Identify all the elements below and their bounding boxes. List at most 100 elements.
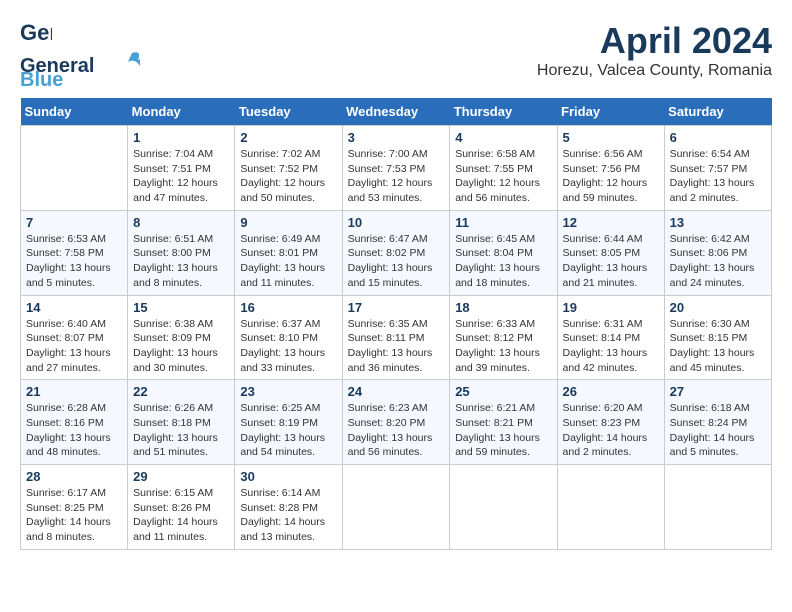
day-info: Sunrise: 6:31 AMSunset: 8:14 PMDaylight:…	[563, 317, 659, 376]
calendar-table: SundayMondayTuesdayWednesdayThursdayFrid…	[20, 98, 772, 550]
calendar-week-row: 1 Sunrise: 7:04 AMSunset: 7:51 PMDaylight…	[21, 126, 772, 211]
svg-text:General: General	[20, 20, 52, 45]
calendar-cell: 29Sunrise: 6:15 AMSunset: 8:26 PMDayligh…	[128, 465, 235, 550]
calendar-cell	[557, 465, 664, 550]
day-number: 28	[26, 469, 122, 484]
day-info: Sunrise: 6:28 AMSunset: 8:16 PMDaylight:…	[26, 401, 122, 460]
day-number: 30	[240, 469, 336, 484]
calendar-cell: 18 Sunrise: 6:33 AMSunset: 8:12 PMDayligh…	[450, 295, 557, 380]
day-info: Sunrise: 7:00 AMSunset: 7:53 PMDaylight:…	[348, 147, 445, 206]
day-number: 5	[563, 130, 659, 145]
weekday-header-sunday: Sunday	[21, 98, 128, 126]
calendar-cell: 1 Sunrise: 7:04 AMSunset: 7:51 PMDaylight…	[128, 126, 235, 211]
logo: General General Blue	[20, 20, 140, 88]
day-info: Sunrise: 6:38 AMSunset: 8:09 PMDaylight:…	[133, 317, 229, 376]
calendar-cell: 27 Sunrise: 6:18 AMSunset: 8:24 PMDayligh…	[664, 380, 771, 465]
day-info: Sunrise: 6:58 AMSunset: 7:55 PMDaylight:…	[455, 147, 551, 206]
day-number: 6	[670, 130, 766, 145]
day-info: Sunrise: 6:20 AMSunset: 8:23 PMDaylight:…	[563, 401, 659, 460]
day-number: 27	[670, 384, 766, 399]
weekday-header-wednesday: Wednesday	[342, 98, 450, 126]
logo-icon: General	[20, 20, 52, 48]
day-number: 11	[455, 215, 551, 230]
calendar-cell	[450, 465, 557, 550]
day-info: Sunrise: 6:14 AMSunset: 8:28 PMDaylight:…	[240, 486, 336, 545]
day-number: 2	[240, 130, 336, 145]
calendar-week-row: 7 Sunrise: 6:53 AMSunset: 7:58 PMDaylight…	[21, 210, 772, 295]
day-info: Sunrise: 6:45 AMSunset: 8:04 PMDaylight:…	[455, 232, 551, 291]
calendar-week-row: 28 Sunrise: 6:17 AMSunset: 8:25 PMDayligh…	[21, 465, 772, 550]
day-info: Sunrise: 6:44 AMSunset: 8:05 PMDaylight:…	[563, 232, 659, 291]
day-info: Sunrise: 6:40 AMSunset: 8:07 PMDaylight:…	[26, 317, 122, 376]
day-number: 20	[670, 300, 766, 315]
day-info: Sunrise: 6:30 AMSunset: 8:15 PMDaylight:…	[670, 317, 766, 376]
day-number: 3	[348, 130, 445, 145]
day-number: 16	[240, 300, 336, 315]
calendar-cell: 30 Sunrise: 6:14 AMSunset: 8:28 PMDayligh…	[235, 465, 342, 550]
weekday-header-saturday: Saturday	[664, 98, 771, 126]
day-number: 25	[455, 384, 551, 399]
day-info: Sunrise: 6:35 AMSunset: 8:11 PMDaylight:…	[348, 317, 445, 376]
day-number: 14	[26, 300, 122, 315]
calendar-cell: 6Sunrise: 6:54 AMSunset: 7:57 PMDaylight…	[664, 126, 771, 211]
day-info: Sunrise: 6:21 AMSunset: 8:21 PMDaylight:…	[455, 401, 551, 460]
location-subtitle: Horezu, Valcea County, Romania	[537, 62, 772, 80]
day-info: Sunrise: 6:56 AMSunset: 7:56 PMDaylight:…	[563, 147, 659, 206]
day-number: 8	[133, 215, 229, 230]
weekday-header-thursday: Thursday	[450, 98, 557, 126]
day-info: Sunrise: 6:33 AMSunset: 8:12 PMDaylight:…	[455, 317, 551, 376]
day-info: Sunrise: 6:51 AMSunset: 8:00 PMDaylight:…	[133, 232, 229, 291]
weekday-header-friday: Friday	[557, 98, 664, 126]
calendar-cell: 11 Sunrise: 6:45 AMSunset: 8:04 PMDayligh…	[450, 210, 557, 295]
calendar-cell	[342, 465, 450, 550]
day-number: 26	[563, 384, 659, 399]
day-number: 22	[133, 384, 229, 399]
calendar-cell: 22Sunrise: 6:26 AMSunset: 8:18 PMDayligh…	[128, 380, 235, 465]
day-number: 19	[563, 300, 659, 315]
day-number: 1	[133, 130, 229, 145]
calendar-cell: 17 Sunrise: 6:35 AMSunset: 8:11 PMDayligh…	[342, 295, 450, 380]
day-info: Sunrise: 6:53 AMSunset: 7:58 PMDaylight:…	[26, 232, 122, 291]
day-info: Sunrise: 6:37 AMSunset: 8:10 PMDaylight:…	[240, 317, 336, 376]
day-number: 7	[26, 215, 122, 230]
calendar-cell: 7 Sunrise: 6:53 AMSunset: 7:58 PMDaylight…	[21, 210, 128, 295]
calendar-cell: 21Sunrise: 6:28 AMSunset: 8:16 PMDayligh…	[21, 380, 128, 465]
day-number: 13	[670, 215, 766, 230]
day-number: 15	[133, 300, 229, 315]
calendar-week-row: 21Sunrise: 6:28 AMSunset: 8:16 PMDayligh…	[21, 380, 772, 465]
day-info: Sunrise: 7:04 AMSunset: 7:51 PMDaylight:…	[133, 147, 229, 206]
calendar-cell: 2 Sunrise: 7:02 AMSunset: 7:52 PMDaylight…	[235, 126, 342, 211]
calendar-cell: 16 Sunrise: 6:37 AMSunset: 8:10 PMDayligh…	[235, 295, 342, 380]
day-info: Sunrise: 6:23 AMSunset: 8:20 PMDaylight:…	[348, 401, 445, 460]
calendar-cell: 24Sunrise: 6:23 AMSunset: 8:20 PMDayligh…	[342, 380, 450, 465]
day-info: Sunrise: 6:15 AMSunset: 8:26 PMDaylight:…	[133, 486, 229, 545]
calendar-cell: 23Sunrise: 6:25 AMSunset: 8:19 PMDayligh…	[235, 380, 342, 465]
calendar-cell: 19 Sunrise: 6:31 AMSunset: 8:14 PMDayligh…	[557, 295, 664, 380]
calendar-cell: 25 Sunrise: 6:21 AMSunset: 8:21 PMDayligh…	[450, 380, 557, 465]
day-number: 17	[348, 300, 445, 315]
calendar-cell: 8 Sunrise: 6:51 AMSunset: 8:00 PMDaylight…	[128, 210, 235, 295]
day-info: Sunrise: 7:02 AMSunset: 7:52 PMDaylight:…	[240, 147, 336, 206]
day-info: Sunrise: 6:47 AMSunset: 8:02 PMDaylight:…	[348, 232, 445, 291]
logo-full: General Blue	[20, 48, 140, 88]
day-info: Sunrise: 6:42 AMSunset: 8:06 PMDaylight:…	[670, 232, 766, 291]
calendar-cell: 14 Sunrise: 6:40 AMSunset: 8:07 PMDayligh…	[21, 295, 128, 380]
weekday-header-tuesday: Tuesday	[235, 98, 342, 126]
calendar-cell: 13 Sunrise: 6:42 AMSunset: 8:06 PMDayligh…	[664, 210, 771, 295]
calendar-cell	[664, 465, 771, 550]
day-number: 4	[455, 130, 551, 145]
svg-text:Blue: Blue	[20, 69, 63, 88]
calendar-cell: 10 Sunrise: 6:47 AMSunset: 8:02 PMDayligh…	[342, 210, 450, 295]
day-number: 23	[240, 384, 336, 399]
day-number: 18	[455, 300, 551, 315]
calendar-cell: 9Sunrise: 6:49 AMSunset: 8:01 PMDaylight…	[235, 210, 342, 295]
calendar-cell: 3 Sunrise: 7:00 AMSunset: 7:53 PMDaylight…	[342, 126, 450, 211]
day-number: 12	[563, 215, 659, 230]
day-number: 10	[348, 215, 445, 230]
calendar-cell: 20 Sunrise: 6:30 AMSunset: 8:15 PMDayligh…	[664, 295, 771, 380]
calendar-cell	[21, 126, 128, 211]
day-info: Sunrise: 6:17 AMSunset: 8:25 PMDaylight:…	[26, 486, 122, 545]
day-info: Sunrise: 6:18 AMSunset: 8:24 PMDaylight:…	[670, 401, 766, 460]
calendar-cell: 15 Sunrise: 6:38 AMSunset: 8:09 PMDayligh…	[128, 295, 235, 380]
weekday-header-row: SundayMondayTuesdayWednesdayThursdayFrid…	[21, 98, 772, 126]
